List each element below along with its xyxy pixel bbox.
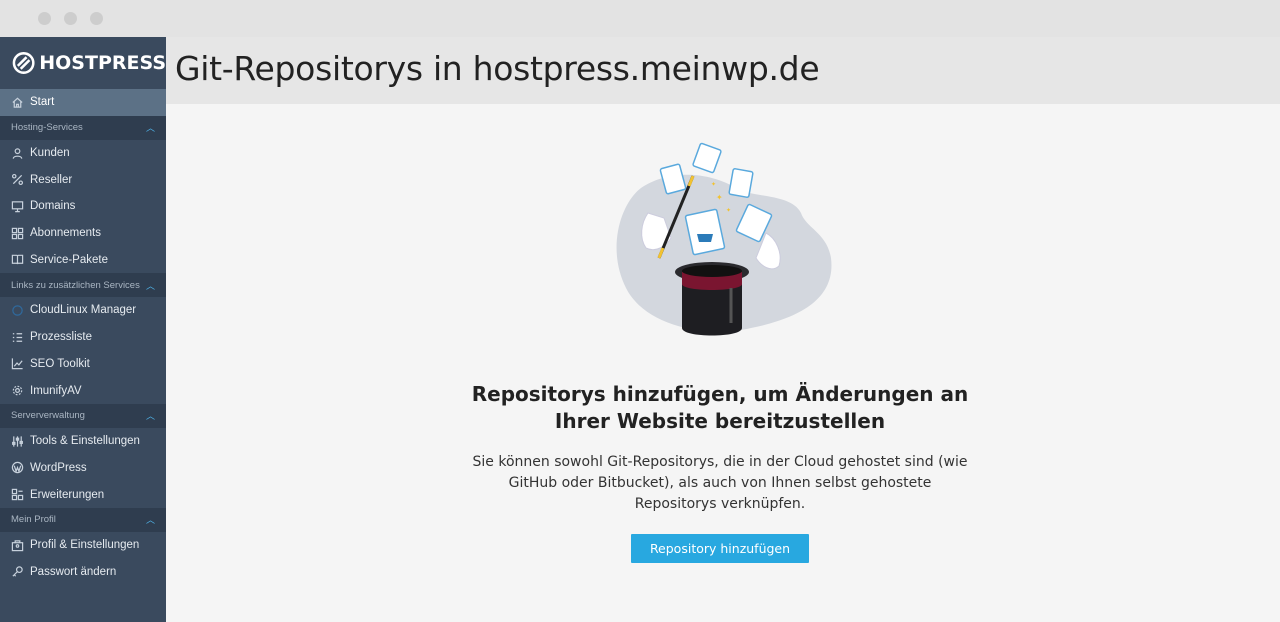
- browser-window: HOSTPRESS Start Hosting-Services ︿ Kunde…: [0, 0, 1280, 622]
- sidebar-item-start[interactable]: Start: [0, 89, 166, 116]
- sidebar-item-label: ImunifyAV: [30, 384, 82, 397]
- sidebar-item-domains[interactable]: Domains: [0, 193, 166, 220]
- list-icon: [11, 331, 24, 344]
- sidebar-item-label: WordPress: [30, 461, 87, 474]
- chevron-up-icon: ︿: [145, 123, 155, 134]
- sidebar-item-label: Kunden: [30, 147, 70, 160]
- group-links-services[interactable]: Links zu zusätzlichen Services ︿: [0, 273, 166, 298]
- brand-name: HOSTPRESS: [39, 52, 166, 74]
- page-title: Git-Repositorys in hostpress.meinwp.de: [175, 49, 820, 88]
- empty-state-headline: Repositorys hinzufügen, um Änderungen an…: [471, 382, 969, 433]
- sidebar-item-abonnements[interactable]: Abonnements: [0, 220, 166, 247]
- key-icon: [11, 565, 24, 578]
- group-title: Hosting-Services: [11, 122, 83, 134]
- group-mein-profil[interactable]: Mein Profil ︿: [0, 507, 166, 532]
- sidebar-item-wordpress[interactable]: WordPress: [0, 455, 166, 482]
- sidebar-item-seo-toolkit[interactable]: SEO Toolkit: [0, 351, 166, 378]
- add-repository-button[interactable]: Repository hinzufügen: [631, 534, 809, 563]
- wordpress-icon: [11, 461, 24, 474]
- sidebar-item-kunden[interactable]: Kunden: [0, 140, 166, 167]
- group-title: Links zu zusätzlichen Services: [11, 279, 140, 291]
- svg-text:✦: ✦: [726, 207, 731, 214]
- sidebar-item-label: Tools & Einstellungen: [30, 435, 140, 448]
- svg-text:✦: ✦: [716, 193, 723, 202]
- sidebar-item-imunifyav[interactable]: ImunifyAV: [0, 377, 166, 404]
- sidebar-item-service-pakete[interactable]: Service-Pakete: [0, 246, 166, 273]
- main-content: ✦ ✦ ✦ Repositorys hinzufügen, um Änderun…: [166, 104, 1280, 622]
- chart-icon: [11, 357, 24, 370]
- sidebar-item-prozessliste[interactable]: Prozessliste: [0, 324, 166, 351]
- sidebar-item-label: Passwort ändern: [30, 565, 117, 578]
- group-title: Mein Profil: [11, 514, 56, 526]
- svg-text:✦: ✦: [711, 181, 716, 188]
- cloudlinux-icon: [11, 304, 24, 317]
- user-icon: [11, 147, 24, 160]
- sidebar-item-label: Abonnements: [30, 227, 101, 240]
- group-title: Serververwaltung: [11, 410, 85, 422]
- monitor-icon: [11, 200, 24, 213]
- brand-logo[interactable]: HOSTPRESS: [0, 37, 166, 89]
- group-hosting-services[interactable]: Hosting-Services ︿: [0, 115, 166, 140]
- sidebar-item-label: Start: [30, 96, 55, 109]
- chevron-up-icon: ︿: [145, 411, 155, 422]
- sidebar-item-label: Reseller: [30, 173, 73, 186]
- book-icon: [11, 253, 24, 266]
- sidebar-item-erweiterungen[interactable]: Erweiterungen: [0, 481, 166, 508]
- hostpress-logo-icon: [12, 52, 35, 74]
- profile-icon: [11, 539, 24, 552]
- sidebar-item-label: SEO Toolkit: [30, 357, 90, 370]
- sidebar-item-label: Profil & Einstellungen: [30, 539, 140, 552]
- empty-state-description: Sie können sowohl Git-Repositorys, die i…: [472, 454, 968, 512]
- sidebar-item-profil-einstellungen[interactable]: Profil & Einstellungen: [0, 532, 166, 559]
- page-header: Git-Repositorys in hostpress.meinwp.de: [166, 37, 1280, 104]
- window-maximize-dot[interactable]: [90, 12, 103, 25]
- sliders-icon: [11, 435, 24, 448]
- sidebar-item-cloudlinux-manager[interactable]: CloudLinux Manager: [0, 297, 166, 324]
- magic-hat-illustration: ✦ ✦ ✦: [616, 142, 832, 336]
- sidebar-item-reseller[interactable]: Reseller: [0, 166, 166, 193]
- sidebar-item-label: Domains: [30, 200, 76, 213]
- percent-icon: [11, 173, 24, 186]
- grid-icon: [11, 227, 24, 240]
- window-close-dot[interactable]: [38, 12, 51, 25]
- sidebar: HOSTPRESS Start Hosting-Services ︿ Kunde…: [0, 37, 166, 622]
- window-titlebar: [0, 0, 1280, 37]
- home-icon: [11, 96, 24, 109]
- sidebar-item-label: CloudLinux Manager: [30, 304, 137, 317]
- sidebar-item-label: Prozessliste: [30, 331, 92, 344]
- gear-icon: [11, 384, 24, 397]
- sidebar-item-label: Service-Pakete: [30, 253, 108, 266]
- puzzle-icon: [11, 488, 24, 501]
- group-serververwaltung[interactable]: Serververwaltung ︿: [0, 403, 166, 428]
- chevron-up-icon: ︿: [145, 280, 155, 291]
- sidebar-item-tools-einstellungen[interactable]: Tools & Einstellungen: [0, 428, 166, 455]
- sidebar-item-label: Erweiterungen: [30, 488, 105, 501]
- sidebar-item-passwort-aendern[interactable]: Passwort ändern: [0, 559, 166, 586]
- chevron-up-icon: ︿: [145, 515, 155, 526]
- window-minimize-dot[interactable]: [64, 12, 77, 25]
